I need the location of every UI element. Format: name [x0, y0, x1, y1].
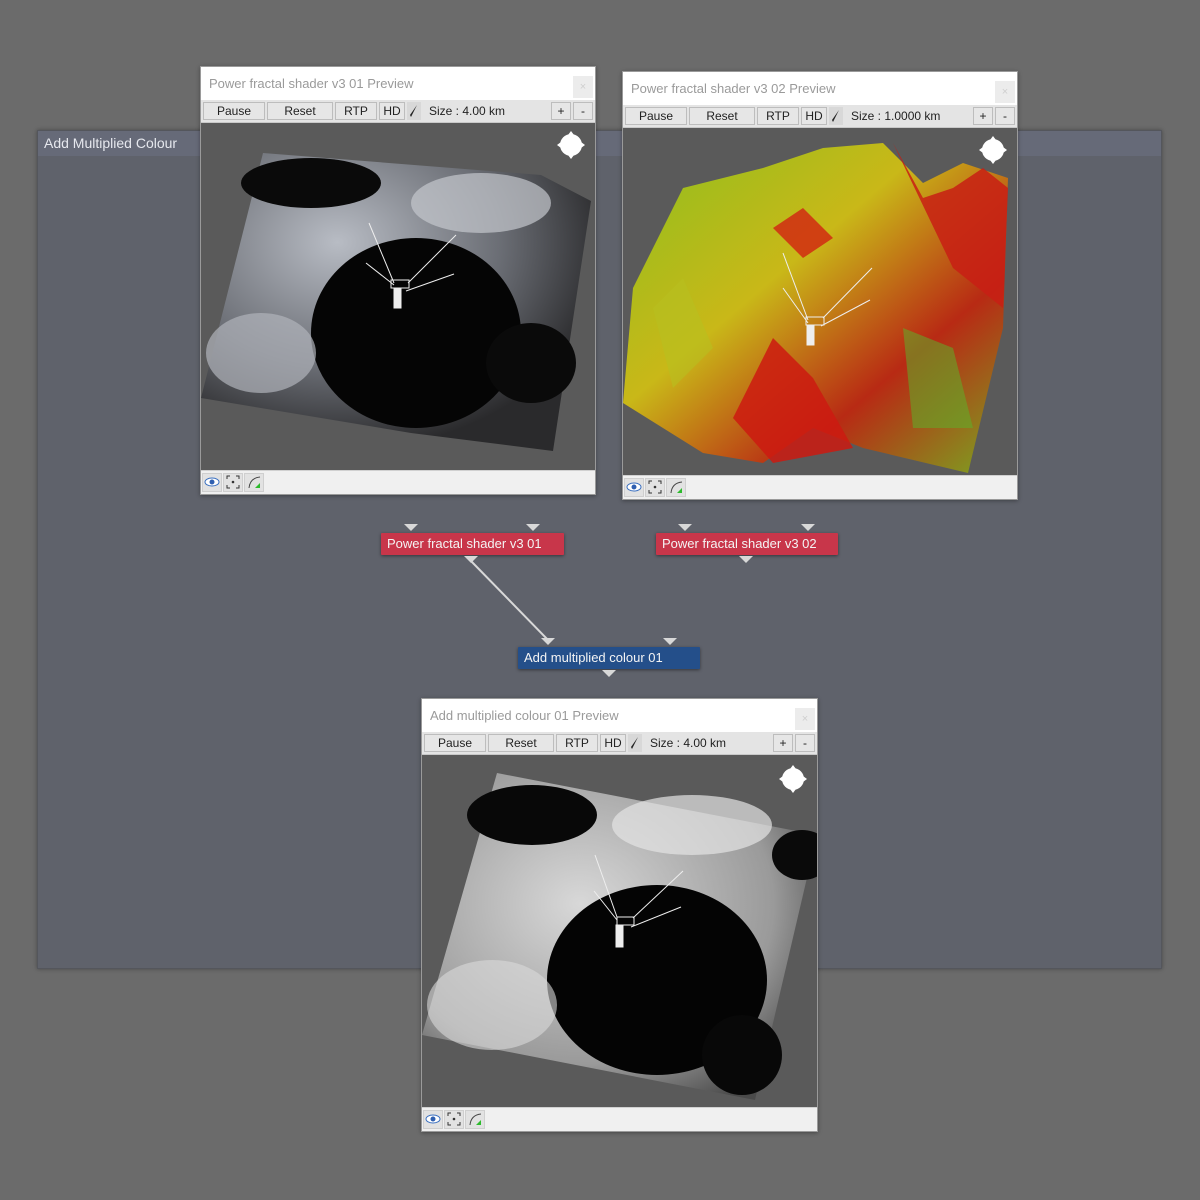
input-port[interactable] [404, 524, 418, 531]
close-button[interactable]: × [995, 81, 1015, 103]
input-port[interactable] [678, 524, 692, 531]
curve-icon[interactable] [465, 1109, 485, 1129]
preview-title: Power fractal shader v3 01 Preview [209, 76, 414, 91]
pause-button[interactable]: Pause [203, 102, 265, 120]
input-port[interactable] [801, 524, 815, 531]
preview-window-2[interactable]: Power fractal shader v3 02 Preview × Paus… [622, 71, 1018, 500]
rtp-button[interactable]: RTP [757, 107, 799, 125]
brush-icon[interactable] [829, 107, 843, 125]
size-label: Size : 1.0000 km [851, 109, 941, 123]
zoom-in-button[interactable]: + [773, 734, 793, 752]
heightmap-render [422, 773, 817, 1100]
zoom-out-button[interactable]: - [573, 102, 593, 120]
curve-icon[interactable] [244, 472, 264, 492]
frame-icon[interactable] [223, 472, 243, 492]
node-add-multiplied-colour[interactable]: Add multiplied colour 01 [518, 647, 700, 669]
input-port[interactable] [526, 524, 540, 531]
render-viewport[interactable] [623, 128, 1017, 475]
rtp-button[interactable]: RTP [556, 734, 598, 752]
close-button[interactable]: × [573, 76, 593, 98]
reset-button[interactable]: Reset [689, 107, 755, 125]
zoom-out-button[interactable]: - [795, 734, 815, 752]
pause-button[interactable]: Pause [424, 734, 486, 752]
preview-window-3[interactable]: Add multiplied colour 01 Preview × Pause … [421, 698, 818, 1132]
render-viewport[interactable] [422, 755, 817, 1107]
terrain-render [623, 143, 1008, 473]
preview-title: Add multiplied colour 01 Preview [430, 708, 619, 723]
hd-button[interactable]: HD [379, 102, 405, 120]
eye-icon[interactable] [624, 477, 644, 497]
brush-icon[interactable] [407, 102, 421, 120]
frame-icon[interactable] [645, 477, 665, 497]
zoom-out-button[interactable]: - [995, 107, 1015, 125]
preview-window-1[interactable]: Power fractal shader v3 01 Preview × Paus… [200, 66, 596, 495]
terrain-render [201, 153, 591, 451]
preview-title: Power fractal shader v3 02 Preview [631, 81, 836, 96]
eye-icon[interactable] [423, 1109, 443, 1129]
curve-icon[interactable] [666, 477, 686, 497]
zoom-in-button[interactable]: + [551, 102, 571, 120]
brush-icon[interactable] [628, 734, 642, 752]
render-viewport[interactable] [201, 123, 595, 470]
reset-button[interactable]: Reset [488, 734, 554, 752]
zoom-in-button[interactable]: + [973, 107, 993, 125]
input-port[interactable] [541, 638, 555, 645]
size-label: Size : 4.00 km [650, 736, 727, 750]
navigation-compass-icon[interactable] [779, 765, 807, 793]
output-port[interactable] [464, 556, 478, 563]
input-port[interactable] [663, 638, 677, 645]
navigation-compass-icon[interactable] [557, 131, 585, 159]
node-power-fractal-02[interactable]: Power fractal shader v3 02 [656, 533, 838, 555]
reset-button[interactable]: Reset [267, 102, 333, 120]
frame-icon[interactable] [444, 1109, 464, 1129]
close-button[interactable]: × [795, 708, 815, 730]
eye-icon[interactable] [202, 472, 222, 492]
pause-button[interactable]: Pause [625, 107, 687, 125]
output-port[interactable] [739, 556, 753, 563]
hd-button[interactable]: HD [600, 734, 626, 752]
rtp-button[interactable]: RTP [335, 102, 377, 120]
output-port[interactable] [602, 670, 616, 677]
size-label: Size : 4.00 km [429, 104, 506, 118]
navigation-compass-icon[interactable] [979, 136, 1007, 164]
node-power-fractal-01[interactable]: Power fractal shader v3 01 [381, 533, 564, 555]
hd-button[interactable]: HD [801, 107, 827, 125]
